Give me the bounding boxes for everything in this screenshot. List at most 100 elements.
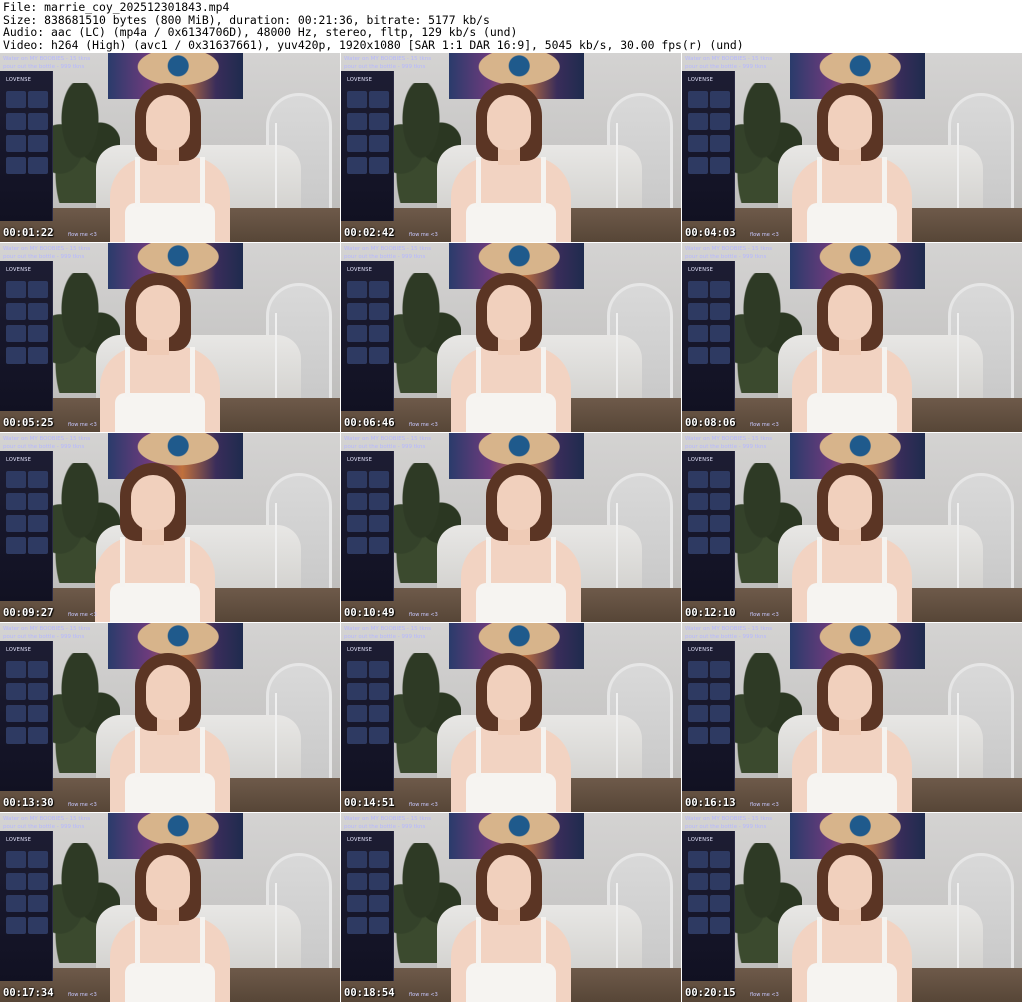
- face: [487, 95, 531, 150]
- tip-tile: [28, 157, 48, 174]
- tip-tile: [28, 873, 48, 890]
- tip-tile: [347, 113, 367, 130]
- tip-tile: [347, 515, 367, 532]
- video-frame-thumbnail[interactable]: LOVENSE Water on MY BOOBIES - 15 tkns po…: [0, 623, 340, 812]
- overlay-line-1: Water on MY BOOBIES - 15 tkns: [685, 436, 773, 442]
- lovense-logo: LOVENSE: [6, 647, 32, 653]
- video-frame-thumbnail[interactable]: LOVENSE Water on MY BOOBIES - 15 tkns po…: [341, 623, 681, 812]
- face: [146, 95, 190, 150]
- tip-tile: [28, 727, 48, 744]
- video-frame-thumbnail[interactable]: LOVENSE Water on MY BOOBIES - 15 tkns po…: [341, 53, 681, 242]
- left-strap: [486, 537, 491, 587]
- frame-timestamp: 00:01:22: [3, 227, 54, 239]
- tip-tile: [369, 895, 389, 912]
- left-strap: [817, 917, 822, 967]
- right-strap: [882, 917, 887, 967]
- face: [828, 95, 872, 150]
- tip-menu-panel: LOVENSE: [682, 831, 735, 981]
- video-frame-thumbnail[interactable]: LOVENSE Water on MY BOOBIES - 15 tkns po…: [682, 813, 1022, 1002]
- lovense-logo: LOVENSE: [688, 457, 714, 463]
- tip-tile: [6, 135, 26, 152]
- overlay-line-2: pour out the bottle - 999 tkns: [344, 824, 426, 830]
- tip-tile: [28, 683, 48, 700]
- left-strap: [125, 347, 130, 397]
- tip-tile: [710, 135, 730, 152]
- tip-menu-panel: LOVENSE: [341, 451, 394, 601]
- tip-menu-panel: LOVENSE: [0, 71, 53, 221]
- tip-tile: [28, 113, 48, 130]
- video-frame-thumbnail[interactable]: LOVENSE Water on MY BOOBIES - 15 tkns po…: [341, 433, 681, 622]
- frame-timestamp: 00:08:06: [685, 417, 736, 429]
- left-strap: [476, 917, 481, 967]
- person: [436, 843, 586, 1002]
- lovense-logo: LOVENSE: [6, 837, 32, 843]
- video-frame-thumbnail[interactable]: LOVENSE Water on MY BOOBIES - 15 tkns po…: [0, 53, 340, 242]
- tip-tile: [710, 683, 730, 700]
- tip-tile: [369, 851, 389, 868]
- tip-menu-panel: LOVENSE: [341, 831, 394, 981]
- frame-timestamp: 00:13:30: [3, 797, 54, 809]
- right-strap: [882, 727, 887, 777]
- tip-tile: [688, 347, 708, 364]
- left-strap: [817, 537, 822, 587]
- white-top: [807, 393, 897, 432]
- tip-tile: [6, 873, 26, 890]
- person: [436, 653, 586, 812]
- tip-tile: [6, 347, 26, 364]
- tip-tile: [347, 325, 367, 342]
- video-frame-thumbnail[interactable]: LOVENSE Water on MY BOOBIES - 15 tkns po…: [682, 623, 1022, 812]
- overlay-line-1: Water on MY BOOBIES - 15 tkns: [344, 246, 432, 252]
- video-info-line: Video: h264 (High) (avc1 / 0x31637661), …: [3, 37, 744, 52]
- video-frame-thumbnail[interactable]: LOVENSE Water on MY BOOBIES - 15 tkns po…: [0, 433, 340, 622]
- overlay-line-1: Water on MY BOOBIES - 15 tkns: [685, 56, 773, 62]
- tip-tile: [6, 683, 26, 700]
- frame-timestamp: 00:14:51: [344, 797, 395, 809]
- tip-menu-panel: LOVENSE: [0, 641, 53, 791]
- overlay-tag: flow me <3: [409, 992, 438, 998]
- left-strap: [817, 727, 822, 777]
- overlay-tag: flow me <3: [409, 232, 438, 238]
- white-top: [125, 963, 215, 1002]
- video-frame-thumbnail[interactable]: LOVENSE Water on MY BOOBIES - 15 tkns po…: [682, 243, 1022, 432]
- person: [95, 83, 245, 242]
- tip-tile: [28, 917, 48, 934]
- video-frame-thumbnail[interactable]: LOVENSE Water on MY BOOBIES - 15 tkns po…: [341, 813, 681, 1002]
- tip-tile: [688, 661, 708, 678]
- tip-tile: [710, 705, 730, 722]
- frame-timestamp: 00:20:15: [685, 987, 736, 999]
- overlay-tag: flow me <3: [68, 992, 97, 998]
- tip-tile: [369, 325, 389, 342]
- overlay-line-1: Water on MY BOOBIES - 15 tkns: [344, 816, 432, 822]
- stream-overlay-text: Water on MY BOOBIES - 15 tkns pour out t…: [344, 625, 431, 641]
- person: [85, 273, 235, 432]
- tip-tile: [6, 303, 26, 320]
- tip-tile: [369, 347, 389, 364]
- tip-tile: [347, 727, 367, 744]
- white-top: [466, 203, 556, 242]
- overlay-line-2: pour out the bottle - 999 tkns: [344, 634, 426, 640]
- video-frame-thumbnail[interactable]: LOVENSE Water on MY BOOBIES - 15 tkns po…: [0, 243, 340, 432]
- overlay-tag: flow me <3: [68, 802, 97, 808]
- tip-tile: [710, 537, 730, 554]
- overlay-line-1: Water on MY BOOBIES - 15 tkns: [344, 436, 432, 442]
- tip-tile: [710, 91, 730, 108]
- tip-tile: [369, 471, 389, 488]
- overlay-line-1: Water on MY BOOBIES - 15 tkns: [685, 246, 773, 252]
- tip-menu-panel: LOVENSE: [0, 261, 53, 411]
- stream-overlay-text: Water on MY BOOBIES - 15 tkns pour out t…: [685, 625, 772, 641]
- video-frame-thumbnail[interactable]: LOVENSE Water on MY BOOBIES - 15 tkns po…: [341, 243, 681, 432]
- face: [487, 665, 531, 720]
- white-top: [807, 773, 897, 812]
- tip-tile: [347, 135, 367, 152]
- tip-menu-panel: LOVENSE: [682, 261, 735, 411]
- video-frame-thumbnail[interactable]: LOVENSE Water on MY BOOBIES - 15 tkns po…: [682, 53, 1022, 242]
- overlay-tag: flow me <3: [750, 612, 779, 618]
- tip-tile: [28, 895, 48, 912]
- lovense-logo: LOVENSE: [688, 647, 714, 653]
- tip-tile: [28, 281, 48, 298]
- tip-tile: [688, 303, 708, 320]
- tip-menu-panel: LOVENSE: [341, 261, 394, 411]
- video-frame-thumbnail[interactable]: LOVENSE Water on MY BOOBIES - 15 tkns po…: [682, 433, 1022, 622]
- frame-timestamp: 00:16:13: [685, 797, 736, 809]
- video-frame-thumbnail[interactable]: LOVENSE Water on MY BOOBIES - 15 tkns po…: [0, 813, 340, 1002]
